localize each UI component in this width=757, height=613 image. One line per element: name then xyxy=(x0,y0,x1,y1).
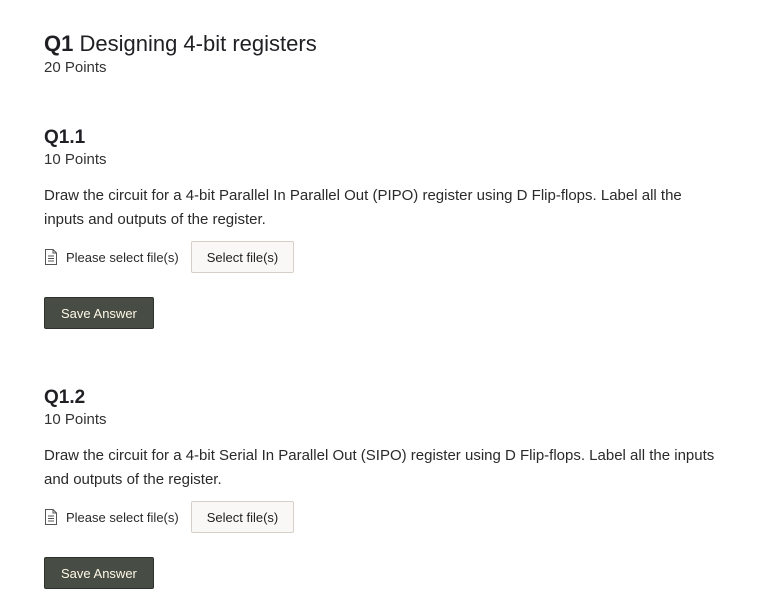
select-files-button[interactable]: Select file(s) xyxy=(190,241,295,273)
subquestion-points: 10 Points xyxy=(44,151,107,168)
question-header: Q1 Designing 4-bit registers 20 Points xyxy=(44,30,734,78)
subquestion-number: Q1.2 xyxy=(44,387,86,408)
file-document-icon xyxy=(44,249,58,265)
question-number: Q1 xyxy=(44,31,74,56)
save-answer-button[interactable]: Save Answer xyxy=(44,297,154,329)
file-status-text: Please select file(s) xyxy=(66,509,179,525)
question-title-heading: Q1 Designing 4-bit registers xyxy=(44,30,734,58)
question-points: 20 Points xyxy=(44,59,107,76)
question-page: Q1 Designing 4-bit registers 20 Points Q… xyxy=(44,30,734,589)
subquestion-q1-2: Q1.2 10 Points Draw the circuit for a 4-… xyxy=(44,386,734,589)
file-upload-row: Please select file(s) Select file(s) xyxy=(44,501,734,533)
subquestion-q1-1: Q1.1 10 Points Draw the circuit for a 4-… xyxy=(44,126,734,329)
file-status-text: Please select file(s) xyxy=(66,249,179,265)
file-upload-row: Please select file(s) Select file(s) xyxy=(44,241,734,273)
question-title: Designing 4-bit registers xyxy=(79,31,317,56)
subquestion-number: Q1.1 xyxy=(44,127,86,148)
subquestion-prompt: Draw the circuit for a 4-bit Serial In P… xyxy=(44,447,715,488)
subquestion-points: 10 Points xyxy=(44,411,107,428)
select-files-button[interactable]: Select file(s) xyxy=(190,501,295,533)
subquestion-prompt: Draw the circuit for a 4-bit Parallel In… xyxy=(44,187,682,228)
save-answer-button[interactable]: Save Answer xyxy=(44,557,154,589)
file-document-icon xyxy=(44,509,58,525)
